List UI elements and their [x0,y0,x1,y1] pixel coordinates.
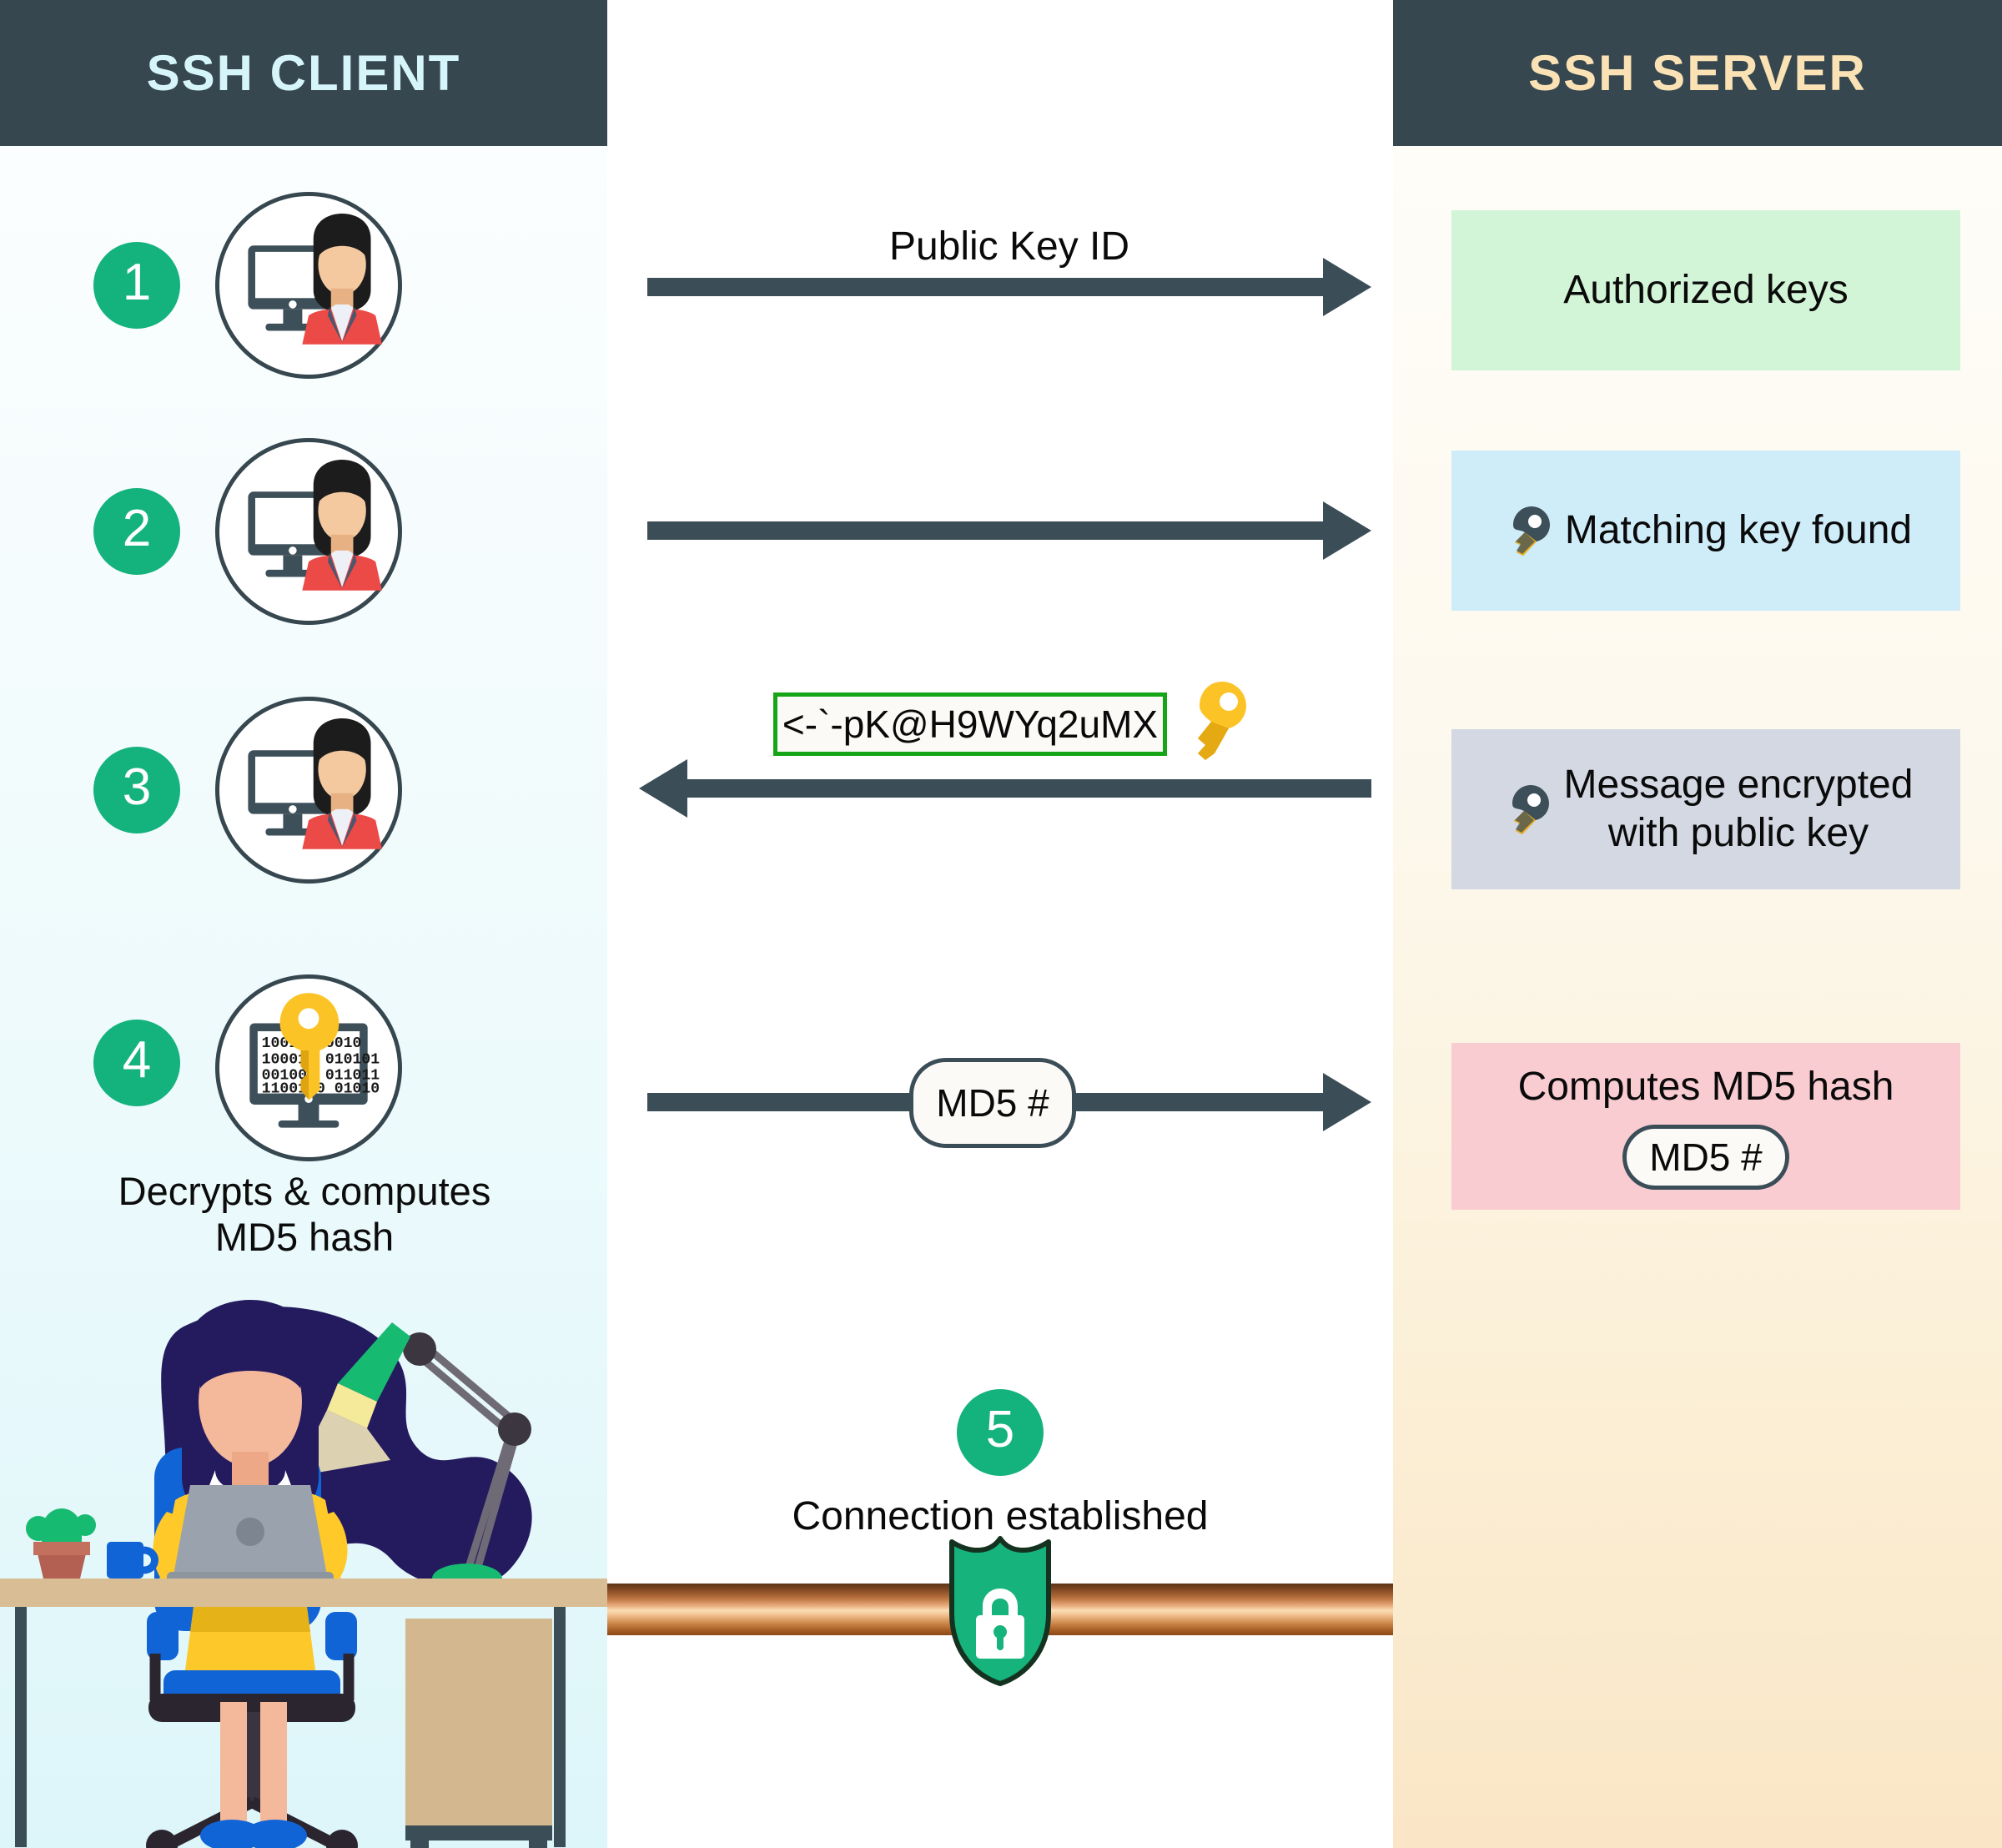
step-4-caption: Decrypts & computes MD5 hash [33,1168,576,1261]
key-icon-yellow [1183,680,1250,763]
arrow-1-label: Public Key ID [888,224,1130,269]
cipher-text: <-`-pK@H9WYq2uMX [782,702,1159,746]
computes-md5-label: Computes MD5 hash [1517,1065,1894,1110]
svg-text:1100110 01010: 1100110 01010 [262,1081,380,1098]
matching-key-label: Matching key found [1564,508,1913,553]
message-encrypted-label: Message encrypted with public key [1564,761,1914,857]
server-box-message-encrypted: Message encrypted with public key [1451,729,1960,889]
svg-text:100010 010101: 100010 010101 [262,1051,380,1068]
client-header-title: SSH CLIENT [146,45,461,101]
cipher-text-box: <-`-pK@H9WYq2uMX [773,692,1167,756]
arrow-public-key-id [647,258,1371,316]
connection-established-label: Connection established [792,1494,1209,1538]
md5-pill-server: MD5 # [1622,1124,1789,1190]
server-box-authorized-keys: Authorized keys [1451,210,1960,370]
key-icon-matching [1500,504,1553,557]
client-panel-header: SSH CLIENT [0,0,607,146]
binary-monitor-key-icon: 10010 10010 100010 010101 001000 011011 … [215,974,402,1161]
woman-at-desk-illustration [0,1285,607,1848]
step-4-caption-line1: Decrypts & computes [118,1169,491,1213]
key-icon-message [1499,783,1552,836]
step-badge-4: 4 [93,1020,180,1106]
user-computer-icon-2 [215,438,402,625]
diagram-root: SSH CLIENT SSH SERVER 1 2 3 4 10010 1001… [0,0,2002,1848]
user-computer-icon-1 [215,192,402,379]
user-computer-icon-3 [215,697,402,884]
message-encrypted-line2: with public key [1607,811,1869,855]
message-encrypted-line1: Message encrypted [1563,763,1914,808]
authorized-keys-label: Authorized keys [1563,268,1849,313]
step-badge-5: 5 [957,1389,1044,1476]
step-badge-3: 3 [93,747,180,833]
server-header-title: SSH SERVER [1528,45,1867,101]
md5-pill-client: MD5 # [909,1058,1076,1148]
arrow-matching-key [647,501,1371,560]
step-badge-2: 2 [93,488,180,575]
server-box-computes-md5: Computes MD5 hash MD5 # [1451,1043,1960,1210]
shield-lock-icon [933,1533,1067,1688]
server-box-matching-key: Matching key found [1451,451,1960,611]
step-4-caption-line2: MD5 hash [214,1215,395,1260]
step-badge-1: 1 [93,242,180,329]
arrow-encrypted-message [639,759,1371,818]
server-panel-header: SSH SERVER [1393,0,2002,146]
